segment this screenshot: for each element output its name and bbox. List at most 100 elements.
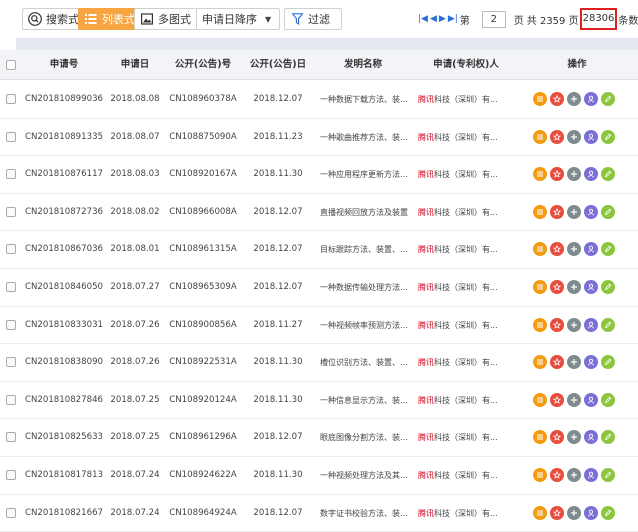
table-row[interactable]: CN201810838090 2018.07.26 CN108922531A 2018… [0, 344, 638, 382]
edit-action-icon[interactable] [601, 505, 615, 520]
plus-action-icon[interactable] [567, 167, 581, 182]
cell-app-no[interactable]: CN201810891335 [24, 119, 104, 157]
row-checkbox[interactable] [6, 357, 16, 368]
multi-image-view-button[interactable]: 多图式 [134, 8, 197, 30]
plus-action-icon[interactable] [567, 317, 581, 332]
plus-action-icon[interactable] [567, 92, 581, 106]
cell-applicant[interactable]: 腾讯科技（深圳）有... [418, 307, 522, 345]
cell-applicant[interactable]: 腾讯科技（深圳）有... [418, 269, 522, 307]
last-page-icon[interactable]: ▶| [448, 14, 458, 24]
star-action-icon[interactable] [550, 392, 564, 407]
star-action-icon[interactable] [550, 129, 564, 144]
edit-action-icon[interactable] [601, 430, 615, 445]
row-checkbox[interactable] [6, 94, 16, 104]
cell-applicant[interactable]: 腾讯科技（深圳）有... [418, 495, 522, 532]
edit-action-icon[interactable] [601, 392, 615, 407]
page-number-input[interactable]: 2 [481, 10, 506, 28]
cell-applicant[interactable]: 腾讯科技（深圳）有... [418, 156, 522, 194]
cell-app-no[interactable]: CN201810876117 [24, 156, 104, 194]
row-checkbox[interactable] [6, 282, 16, 292]
cell-applicant[interactable]: 腾讯科技（深圳）有... [418, 231, 522, 269]
cell-app-no[interactable]: CN201810867036 [24, 231, 104, 269]
edit-action-icon[interactable] [601, 92, 615, 106]
edit-action-icon[interactable] [601, 242, 615, 257]
cell-pub-no[interactable]: CN108924622A [166, 457, 240, 495]
cell-app-no[interactable]: CN201810846050 [24, 269, 104, 307]
cell-applicant[interactable]: 腾讯科技（深圳）有... [418, 119, 522, 157]
plus-action-icon[interactable] [567, 204, 581, 219]
cell-app-no[interactable]: CN201810827846 [24, 382, 104, 420]
cell-pub-no[interactable]: CN108966008A [166, 194, 240, 232]
edit-action-icon[interactable] [601, 129, 615, 144]
cell-title[interactable]: 一种视频处理方法及其... [320, 457, 410, 495]
star-action-icon[interactable] [550, 505, 564, 520]
star-action-icon[interactable] [550, 355, 564, 370]
sort-dropdown[interactable]: 申请日降序 ▼ [196, 8, 280, 30]
list-action-icon[interactable] [533, 392, 547, 407]
user-action-icon[interactable] [584, 355, 598, 370]
list-action-icon[interactable] [533, 355, 547, 370]
plus-action-icon[interactable] [567, 505, 581, 520]
select-all-checkbox[interactable] [6, 60, 16, 70]
list-action-icon[interactable] [533, 468, 547, 482]
list-action-icon[interactable] [533, 242, 547, 257]
row-checkbox[interactable] [6, 206, 16, 217]
table-row[interactable]: CN201810899036 2018.08.08 CN108960378A 2018… [0, 81, 638, 119]
row-checkbox[interactable] [6, 319, 16, 330]
list-action-icon[interactable] [533, 167, 547, 182]
table-row[interactable]: CN201810891335 2018.08.07 CN108875090A 2018… [0, 118, 638, 157]
user-action-icon[interactable] [584, 392, 598, 407]
star-action-icon[interactable] [550, 242, 564, 257]
edit-action-icon[interactable] [601, 280, 615, 294]
list-action-icon[interactable] [533, 505, 547, 520]
user-action-icon[interactable] [584, 280, 598, 294]
cell-pub-no[interactable]: CN108961315A [166, 231, 240, 269]
list-action-icon[interactable] [533, 317, 547, 332]
row-checkbox[interactable] [6, 507, 16, 518]
list-action-icon[interactable] [533, 204, 547, 219]
user-action-icon[interactable] [584, 92, 598, 106]
cell-title[interactable]: 一种数据下载方法、装... [320, 81, 410, 119]
table-row[interactable]: CN201810876117 2018.08.03 CN108920167A 2018… [0, 156, 638, 194]
cell-title[interactable]: 槽位识别方法、装置、... [320, 344, 410, 382]
star-action-icon[interactable] [550, 280, 564, 294]
cell-app-no[interactable]: CN201810821667 [24, 495, 104, 532]
first-page-icon[interactable]: |◀ [418, 14, 428, 24]
plus-action-icon[interactable] [567, 392, 581, 407]
cell-pub-no[interactable]: CN108920124A [166, 382, 240, 420]
next-page-icon[interactable]: ▶ [439, 14, 446, 24]
edit-action-icon[interactable] [601, 204, 615, 219]
cell-title[interactable]: 一种歌曲推荐方法、装... [320, 119, 410, 157]
header-title[interactable]: 发明名称 [316, 50, 410, 80]
cell-app-no[interactable]: CN201810899036 [24, 81, 104, 119]
header-app-date[interactable]: 申请日 [104, 50, 166, 80]
cell-title[interactable]: 眼底图像分割方法、装... [320, 419, 410, 457]
table-row[interactable]: CN201810867036 2018.08.01 CN108961315A 2018… [0, 231, 638, 269]
cell-pub-no[interactable]: CN108920167A [166, 156, 240, 194]
user-action-icon[interactable] [584, 317, 598, 332]
table-row[interactable]: CN201810817813 2018.07.24 CN108924622A 2018… [0, 457, 638, 495]
row-checkbox[interactable] [6, 432, 16, 443]
list-action-icon[interactable] [533, 430, 547, 445]
user-action-icon[interactable] [584, 167, 598, 182]
user-action-icon[interactable] [584, 129, 598, 144]
cell-pub-no[interactable]: CN108961296A [166, 419, 240, 457]
cell-app-no[interactable]: CN201810838090 [24, 344, 104, 382]
star-action-icon[interactable] [550, 468, 564, 482]
list-view-button[interactable]: 列表式 [78, 8, 141, 30]
cell-app-no[interactable]: CN201810825633 [24, 419, 104, 457]
cell-applicant[interactable]: 腾讯科技（深圳）有... [418, 194, 522, 232]
filter-button[interactable]: 过滤 [284, 8, 342, 30]
cell-applicant[interactable]: 腾讯科技（深圳）有... [418, 419, 522, 457]
cell-pub-no[interactable]: CN108965309A [166, 269, 240, 307]
cell-app-no[interactable]: CN201810833031 [24, 307, 104, 345]
cell-title[interactable]: 目标跟踪方法、装置、... [320, 231, 410, 269]
cell-applicant[interactable]: 腾讯科技（深圳）有... [418, 457, 522, 495]
table-row[interactable]: CN201810833031 2018.07.26 CN108900856A 2018… [0, 306, 638, 345]
row-checkbox[interactable] [6, 131, 16, 142]
cell-title[interactable]: 一种视频帧率预测方法... [320, 307, 410, 345]
list-action-icon[interactable] [533, 129, 547, 144]
user-action-icon[interactable] [584, 204, 598, 219]
user-action-icon[interactable] [584, 505, 598, 520]
list-action-icon[interactable] [533, 92, 547, 106]
